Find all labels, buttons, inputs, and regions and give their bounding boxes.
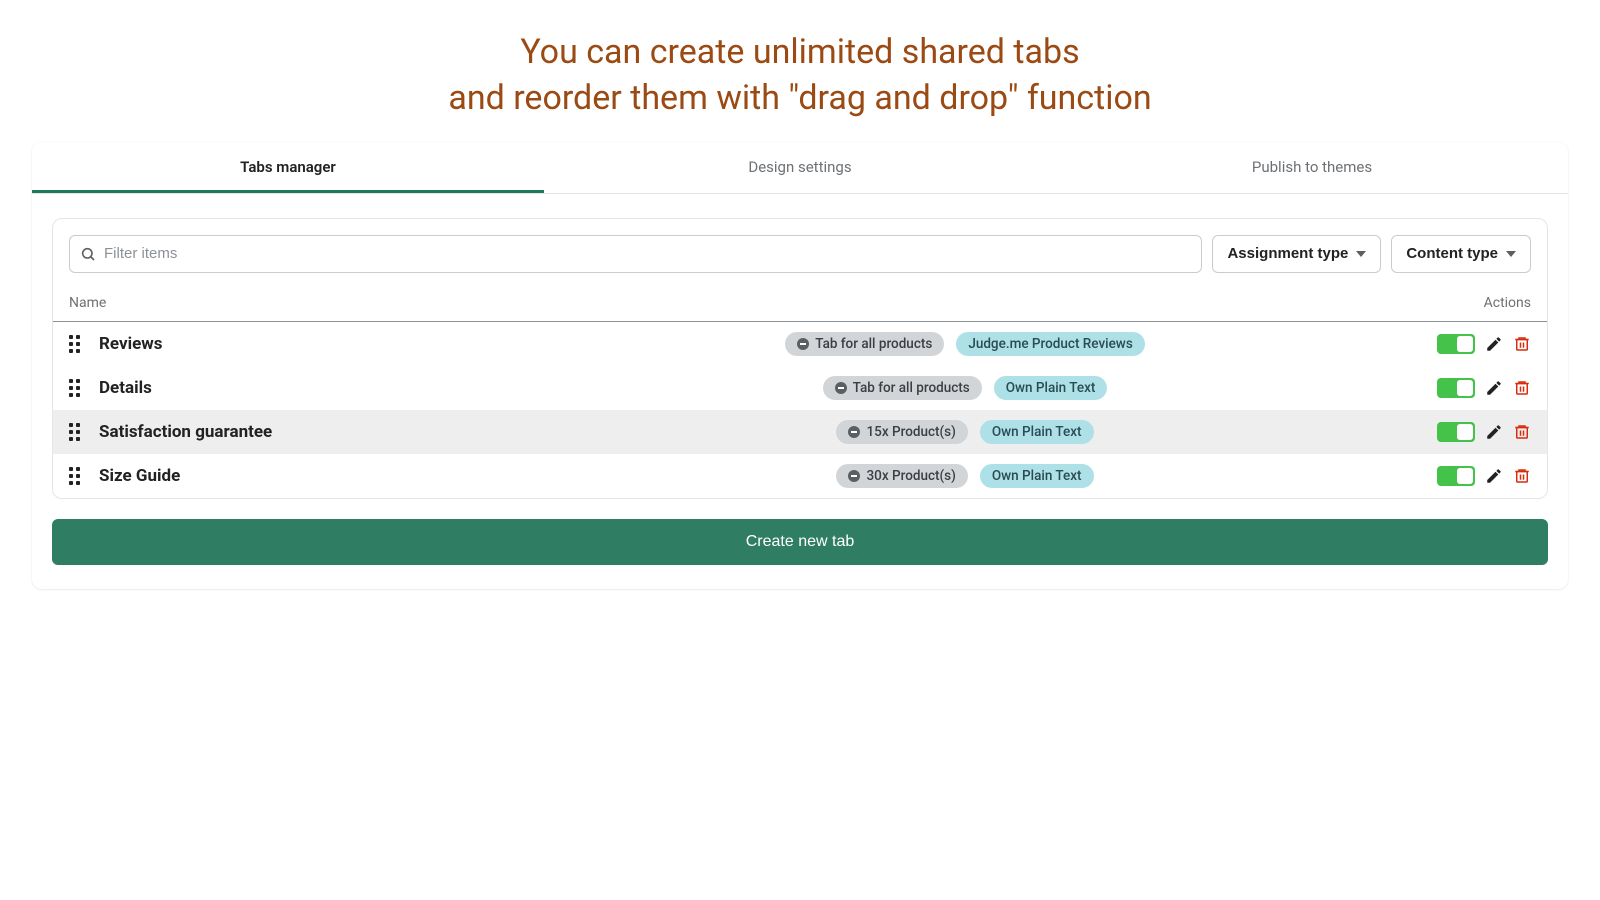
table-row: Reviews Tab for all products Judge.me Pr…	[53, 322, 1547, 366]
assignment-badge: Tab for all products	[785, 332, 944, 356]
assignment-text: Tab for all products	[853, 380, 970, 396]
assignment-badge: Tab for all products	[823, 376, 982, 400]
minus-circle-icon	[835, 382, 847, 394]
table-row: Satisfaction guarantee 15x Product(s) Ow…	[53, 410, 1547, 454]
create-new-tab-button[interactable]: Create new tab	[52, 519, 1548, 565]
table-row: Details Tab for all products Own Plain T…	[53, 366, 1547, 410]
content-text: Own Plain Text	[1006, 380, 1096, 396]
chevron-down-icon	[1506, 251, 1516, 257]
tab-label: Tabs manager	[240, 158, 336, 176]
edit-icon[interactable]	[1485, 423, 1503, 441]
tabs-header: Tabs manager Design settings Publish to …	[32, 142, 1568, 194]
content-text: Judge.me Product Reviews	[968, 336, 1132, 352]
minus-circle-icon	[848, 426, 860, 438]
dropdown-label: Content type	[1406, 245, 1498, 262]
minus-circle-icon	[848, 470, 860, 482]
drag-handle-icon[interactable]	[69, 467, 83, 485]
drag-handle-icon[interactable]	[69, 423, 83, 441]
tab-tabs-manager[interactable]: Tabs manager	[32, 142, 544, 193]
hero-heading: You can create unlimited shared tabs and…	[0, 0, 1600, 142]
tabs-list-card: Assignment type Content type Name Action…	[52, 218, 1548, 499]
column-header-name: Name	[69, 295, 106, 311]
tab-label: Publish to themes	[1252, 158, 1372, 176]
edit-icon[interactable]	[1485, 379, 1503, 397]
hero-line-1: You can create unlimited shared tabs	[520, 32, 1079, 72]
edit-icon[interactable]	[1485, 467, 1503, 485]
content-text: Own Plain Text	[992, 424, 1082, 440]
row-name: Size Guide	[99, 466, 519, 486]
button-label: Create new tab	[746, 533, 855, 550]
enable-toggle[interactable]	[1437, 466, 1475, 486]
content-badge: Own Plain Text	[994, 376, 1108, 400]
search-input[interactable]	[104, 245, 1191, 262]
search-icon	[80, 246, 96, 262]
assignment-text: 15x Product(s)	[866, 424, 955, 440]
table-row: Size Guide 30x Product(s) Own Plain Text	[53, 454, 1547, 498]
drag-handle-icon[interactable]	[69, 335, 83, 353]
enable-toggle[interactable]	[1437, 422, 1475, 442]
drag-handle-icon[interactable]	[69, 379, 83, 397]
edit-icon[interactable]	[1485, 335, 1503, 353]
content-type-dropdown[interactable]: Content type	[1391, 235, 1531, 273]
tab-publish-to-themes[interactable]: Publish to themes	[1056, 142, 1568, 193]
hero-line-2: and reorder them with "drag and drop" fu…	[448, 78, 1151, 118]
row-name: Details	[99, 378, 519, 398]
delete-icon[interactable]	[1513, 423, 1531, 441]
tab-label: Design settings	[748, 158, 851, 176]
enable-toggle[interactable]	[1437, 378, 1475, 398]
main-panel: Tabs manager Design settings Publish to …	[32, 142, 1568, 589]
content-badge: Own Plain Text	[980, 464, 1094, 488]
tab-design-settings[interactable]: Design settings	[544, 142, 1056, 193]
enable-toggle[interactable]	[1437, 334, 1475, 354]
assignment-badge: 30x Product(s)	[836, 464, 967, 488]
assignment-text: 30x Product(s)	[866, 468, 955, 484]
column-header-actions: Actions	[1484, 295, 1531, 311]
delete-icon[interactable]	[1513, 467, 1531, 485]
content-text: Own Plain Text	[992, 468, 1082, 484]
assignment-badge: 15x Product(s)	[836, 420, 967, 444]
assignment-text: Tab for all products	[815, 336, 932, 352]
minus-circle-icon	[797, 338, 809, 350]
delete-icon[interactable]	[1513, 335, 1531, 353]
row-name: Reviews	[99, 334, 519, 354]
dropdown-label: Assignment type	[1227, 245, 1348, 262]
content-badge: Own Plain Text	[980, 420, 1094, 444]
search-input-wrapper[interactable]	[69, 235, 1202, 273]
row-name: Satisfaction guarantee	[99, 422, 519, 442]
chevron-down-icon	[1356, 251, 1366, 257]
content-badge: Judge.me Product Reviews	[956, 332, 1144, 356]
delete-icon[interactable]	[1513, 379, 1531, 397]
assignment-type-dropdown[interactable]: Assignment type	[1212, 235, 1381, 273]
